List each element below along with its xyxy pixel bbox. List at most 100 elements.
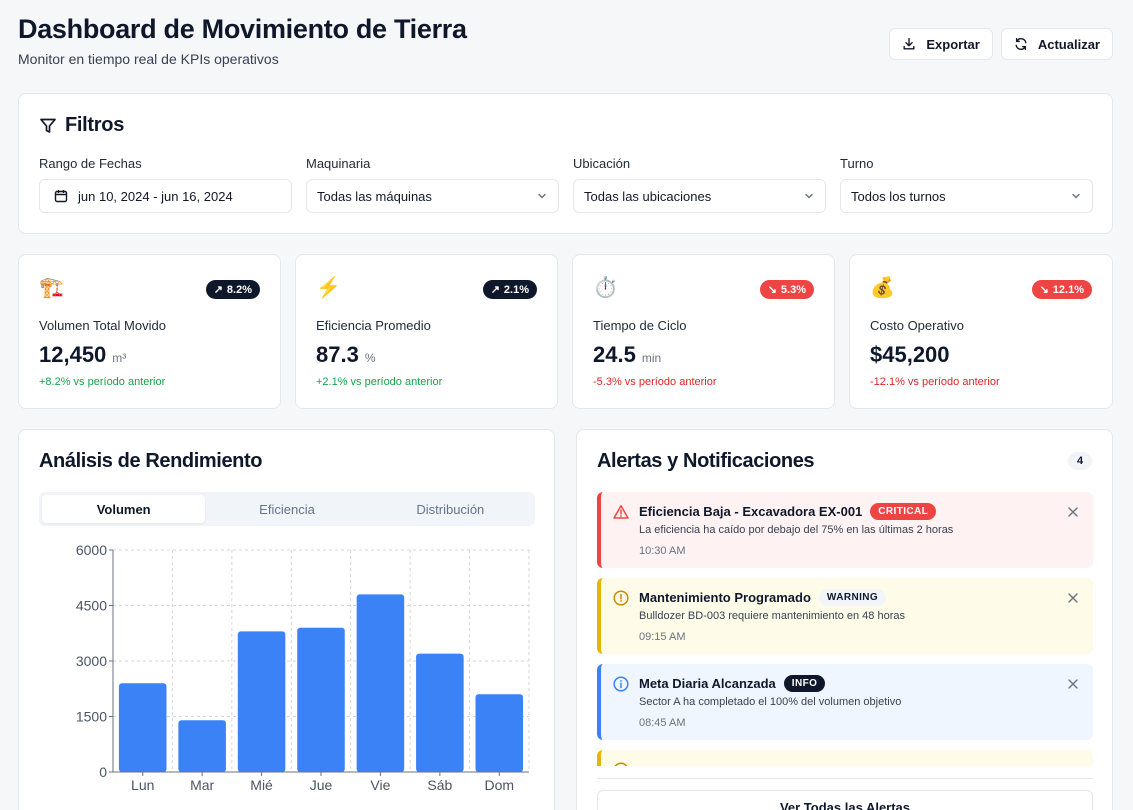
alerts-panel: Alertas y Notificaciones 4 Eficiencia Ba… [576,429,1113,810]
calendar-icon [54,190,68,203]
close-icon[interactable] [1067,678,1079,690]
refresh-label: Actualizar [1037,36,1100,52]
alert-item: Eficiencia Baja - Excavadora EX-001 CRITI… [597,492,1093,568]
kpi-value: 24.5 min [593,342,661,368]
machinery-select[interactable]: Todas las máquinas [306,179,559,213]
bar-Vie [356,594,405,772]
date-range-filter: Rango de Fechas jun 10, 2024 - jun 16, 2… [39,156,292,213]
alert-time: 09:15 AM [639,631,686,643]
kpi-number: 24.5 [593,342,636,367]
kpi-change: +8.2% vs período anterior [39,376,166,388]
kpi-change: -5.3% vs período anterior [593,376,717,388]
x-tick-label: Jue [310,777,333,793]
shift-value: Todos los turnos [851,188,946,204]
alert-title-row: Meta Diaria Alcanzada INFO [639,675,826,692]
trend-up-icon: ↗ [490,284,500,296]
close-icon[interactable] [1067,506,1079,518]
x-tick-label: Mar [190,777,214,793]
refresh-button[interactable]: Actualizar [1000,28,1113,60]
kpi-label: Costo Operativo [870,318,964,333]
alert-level-badge: WARNING [818,589,887,606]
kpi-label: Eficiencia Promedio [316,318,431,333]
performance-panel: Análisis de Rendimiento Volumen Eficienc… [18,429,555,810]
tab-volume[interactable]: Volumen [42,495,206,523]
x-tick-label: Sáb [427,777,452,793]
y-tick-label: 3000 [76,653,107,669]
view-all-alerts-button[interactable]: Ver Todas las Alertas [597,790,1093,810]
alert-level-badge: CRITICAL [870,503,937,520]
header-actions: Exportar Actualizar [889,28,1113,60]
kpi-card-cycle-time: ⏱️ ↘ 5.3% Tiempo de Ciclo 24.5 min -5.3% v… [572,254,835,409]
alert-title: Eficiencia Baja - Excavadora EX-001 [639,504,863,519]
alert-level-badge: INFO [783,675,826,692]
date-range-picker[interactable]: jun 10, 2024 - jun 16, 2024 [39,179,292,213]
alert-time: 10:30 AM [639,545,686,557]
filters-panel: Filtros Rango de Fechas jun 10, 2024 - j… [18,93,1113,234]
alert-item: Mantenimiento Programado WARNING Bulldoze… [597,578,1093,654]
alert-circle-icon [614,762,628,766]
machinery-value: Todas las máquinas [317,188,432,204]
date-range-value: jun 10, 2024 - jun 16, 2024 [78,188,233,204]
location-filter: Ubicación Todas las ubicaciones [573,156,826,213]
trend-badge-value: 8.2% [226,283,252,296]
machinery-label: Maquinaria [306,156,371,171]
close-icon[interactable] [1067,592,1079,604]
alert-message: Bulldozer BD-003 requiere mantenimiento … [639,610,905,622]
y-tick-label: 4500 [76,598,107,614]
y-tick-label: 0 [99,764,107,780]
bar-Mié [237,631,286,772]
trend-badge: ↘ 12.1% [1031,280,1092,299]
chevron-down-icon [805,193,813,199]
y-tick-label: 6000 [76,542,107,558]
filters-heading: Filtros [39,114,124,137]
warning-triangle-icon [613,505,629,519]
alert-message: Sector A ha completado el 100% del volum… [639,696,902,708]
machinery-filter: Maquinaria Todas las máquinas [306,156,559,213]
performance-title: Análisis de Rendimiento [39,450,263,472]
alert-title: Mantenimiento Programado [639,590,811,605]
bar-Jue [297,627,345,772]
trend-badge-value: 12.1% [1052,283,1084,296]
download-icon [903,38,915,50]
location-value: Todas las ubicaciones [584,188,712,204]
money-bag-icon: 💰 [870,277,895,299]
kpi-number: 12,450 [39,342,107,367]
page-header: Dashboard de Movimiento de Tierra Monito… [18,14,1113,74]
kpi-unit: % [364,351,376,365]
alert-time: 08:45 AM [639,717,686,729]
kpi-number: $45,200 [870,342,950,367]
alert-title: Meta Diaria Alcanzada [639,676,776,691]
shift-select[interactable]: Todos los turnos [840,179,1093,213]
alert-list: Eficiencia Baja - Excavadora EX-001 CRITI… [597,492,1093,766]
kpi-value: 87.3% [316,342,376,368]
volume-bar-chart: 0 1500 3000 4500 6000 Lun Mar Mié Jue Vie Sáb Dom [76,542,530,793]
bar-Sáb [416,653,464,772]
kpi-unit: m³ [112,351,127,365]
trend-badge: ↗ 2.1% [482,280,537,299]
kpi-number: 87.3 [316,342,359,367]
alert-title-row: Eficiencia Baja - Excavadora EX-001 CRITI… [639,503,937,520]
stopwatch-icon: ⏱️ [593,277,618,299]
x-tick-label: Dom [485,777,515,793]
refresh-icon [1015,38,1027,50]
kpi-value: 12,450 m³ [39,342,126,368]
shift-filter: Turno Todos los turnos [840,156,1093,213]
trend-badge-value: 5.3% [780,283,806,296]
divider [597,778,1093,779]
trend-up-icon: ↗ [213,284,223,296]
lightning-icon: ⚡ [316,277,341,299]
location-select[interactable]: Todas las ubicaciones [573,179,826,213]
kpi-card-volume: 🏗️ ↗ 8.2% Volumen Total Movido 12,450 m³ +… [18,254,281,409]
export-label: Exportar [926,36,980,52]
bar-Mar [178,720,226,772]
alert-item: Meta Diaria Alcanzada INFO Sector A ha co… [597,664,1093,740]
info-icon [613,676,629,692]
x-tick-label: Mié [250,777,273,793]
export-button[interactable]: Exportar [889,28,993,60]
date-range-label: Rango de Fechas [39,156,142,171]
kpi-change: +2.1% vs período anterior [316,376,443,388]
tab-efficiency[interactable]: Eficiencia [205,495,368,523]
tab-distribution[interactable]: Distribución [369,495,532,523]
kpi-card-operating-cost: 💰 ↘ 12.1% Costo Operativo $45,200 -12.1% … [849,254,1113,409]
chevron-down-icon [538,193,546,199]
